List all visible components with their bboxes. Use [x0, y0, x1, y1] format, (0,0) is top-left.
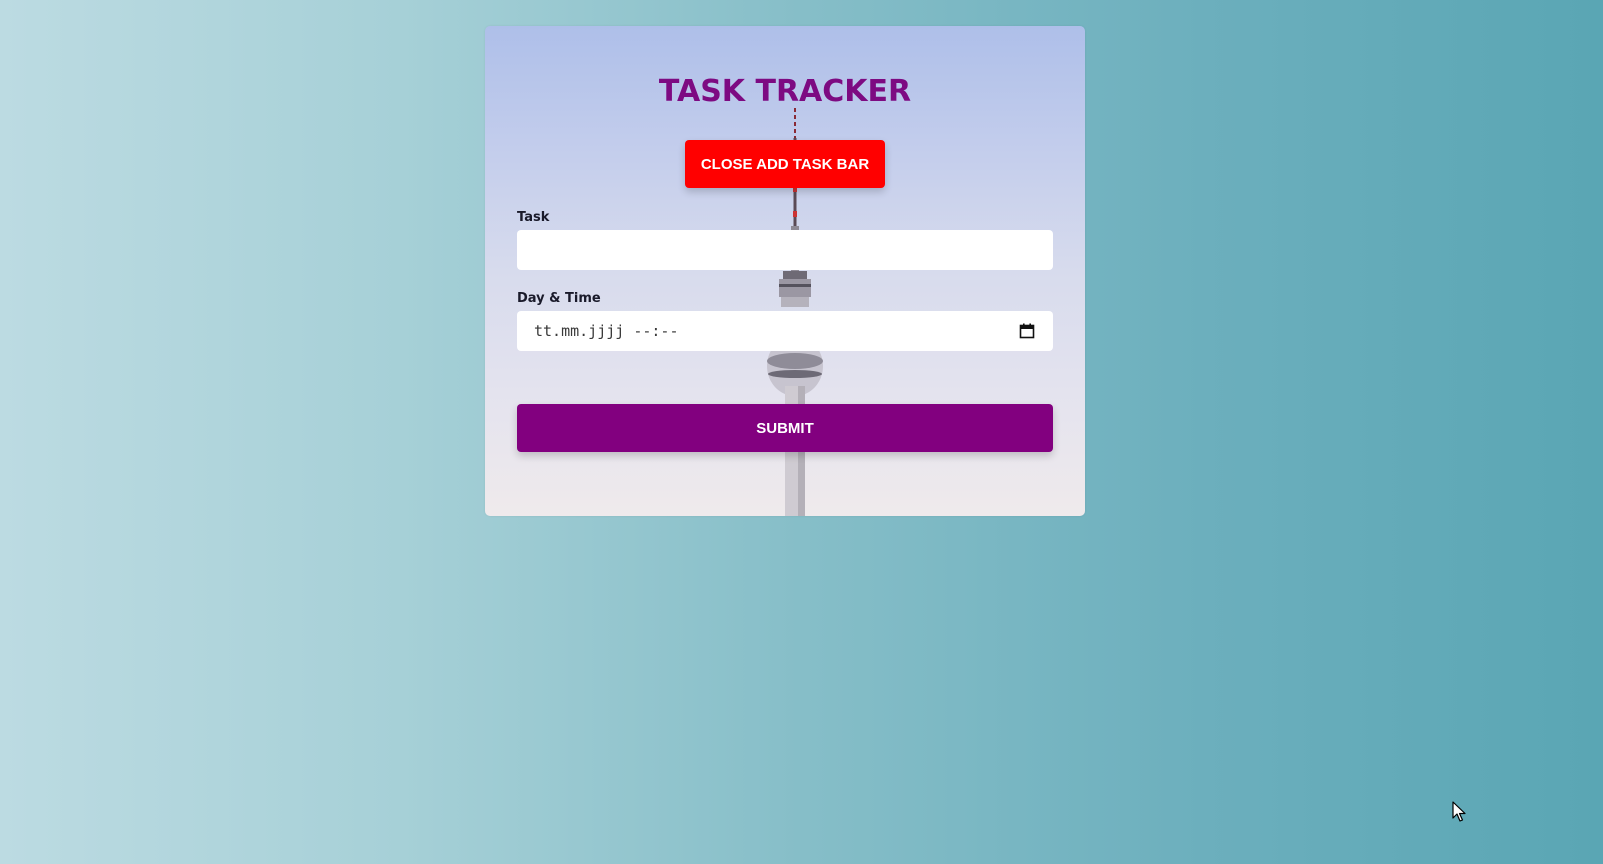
datetime-input[interactable]: tt.mm.jjjj --:-- [534, 322, 679, 340]
mouse-pointer-icon [1452, 801, 1466, 822]
close-add-task-bar-button[interactable]: CLOSE ADD TASK BAR [685, 140, 885, 188]
datetime-label: Day & Time [517, 291, 601, 306]
add-task-card: TASK TRACKER CLOSE ADD TASK BAR Task Day… [485, 26, 1085, 516]
task-input[interactable] [517, 230, 1053, 270]
task-field[interactable] [517, 230, 1053, 270]
calendar-icon[interactable] [1019, 323, 1035, 339]
app-title: TASK TRACKER [658, 74, 912, 109]
task-label: Task [517, 210, 550, 225]
datetime-field[interactable]: tt.mm.jjjj --:-- [517, 311, 1053, 351]
submit-button[interactable]: SUBMIT [517, 404, 1053, 452]
